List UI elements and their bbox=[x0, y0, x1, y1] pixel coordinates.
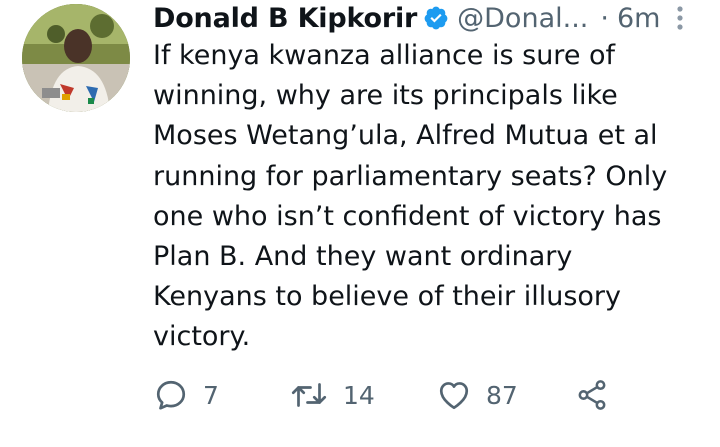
tweet[interactable]: Donald B Kipkorir @Donal... · 6m If keny… bbox=[0, 0, 720, 447]
share-icon bbox=[575, 378, 609, 412]
separator-dot: · bbox=[600, 2, 609, 34]
tweet-text: If kenya kwanza alliance is sure of winn… bbox=[153, 36, 713, 358]
tweet-text-line: If kenya kwanza alliance is sure of bbox=[153, 40, 616, 71]
avatar[interactable] bbox=[22, 4, 130, 112]
action-bar: 7 14 87 bbox=[153, 372, 673, 418]
tweet-text-line: one who isn’t confident of victory has bbox=[153, 200, 662, 232]
tweet-text-line: Moses Wetang’ula, Alfred Mutua et al bbox=[153, 120, 658, 152]
tweet-text-line: Plan B. And they want ordinary bbox=[153, 241, 573, 273]
retweet-button[interactable]: 14 bbox=[289, 372, 375, 418]
tweet-timestamp[interactable]: 6m bbox=[617, 3, 660, 34]
tweet-text-line: Kenyans to believe of their illusory bbox=[153, 281, 621, 313]
tweet-header: Donald B Kipkorir @Donal... · 6m bbox=[153, 0, 713, 36]
verified-badge-icon bbox=[423, 5, 449, 31]
heart-icon bbox=[436, 377, 472, 413]
retweet-count: 14 bbox=[343, 380, 375, 410]
retweet-icon bbox=[289, 377, 329, 413]
reply-button[interactable]: 7 bbox=[153, 372, 219, 418]
reply-icon bbox=[153, 377, 189, 413]
display-name[interactable]: Donald B Kipkorir bbox=[153, 3, 417, 34]
like-button[interactable]: 87 bbox=[436, 372, 518, 418]
tweet-text-line: running for parliamentary seats? Only bbox=[153, 160, 668, 192]
share-button[interactable] bbox=[575, 372, 609, 418]
tweet-text-line: victory. bbox=[153, 321, 251, 353]
tweet-text-line: winning, why are its principals like bbox=[153, 80, 618, 112]
like-count: 87 bbox=[486, 380, 518, 410]
more-vertical-icon[interactable] bbox=[670, 4, 690, 34]
author-handle[interactable]: @Donal... bbox=[457, 3, 588, 34]
reply-count: 7 bbox=[203, 380, 219, 410]
